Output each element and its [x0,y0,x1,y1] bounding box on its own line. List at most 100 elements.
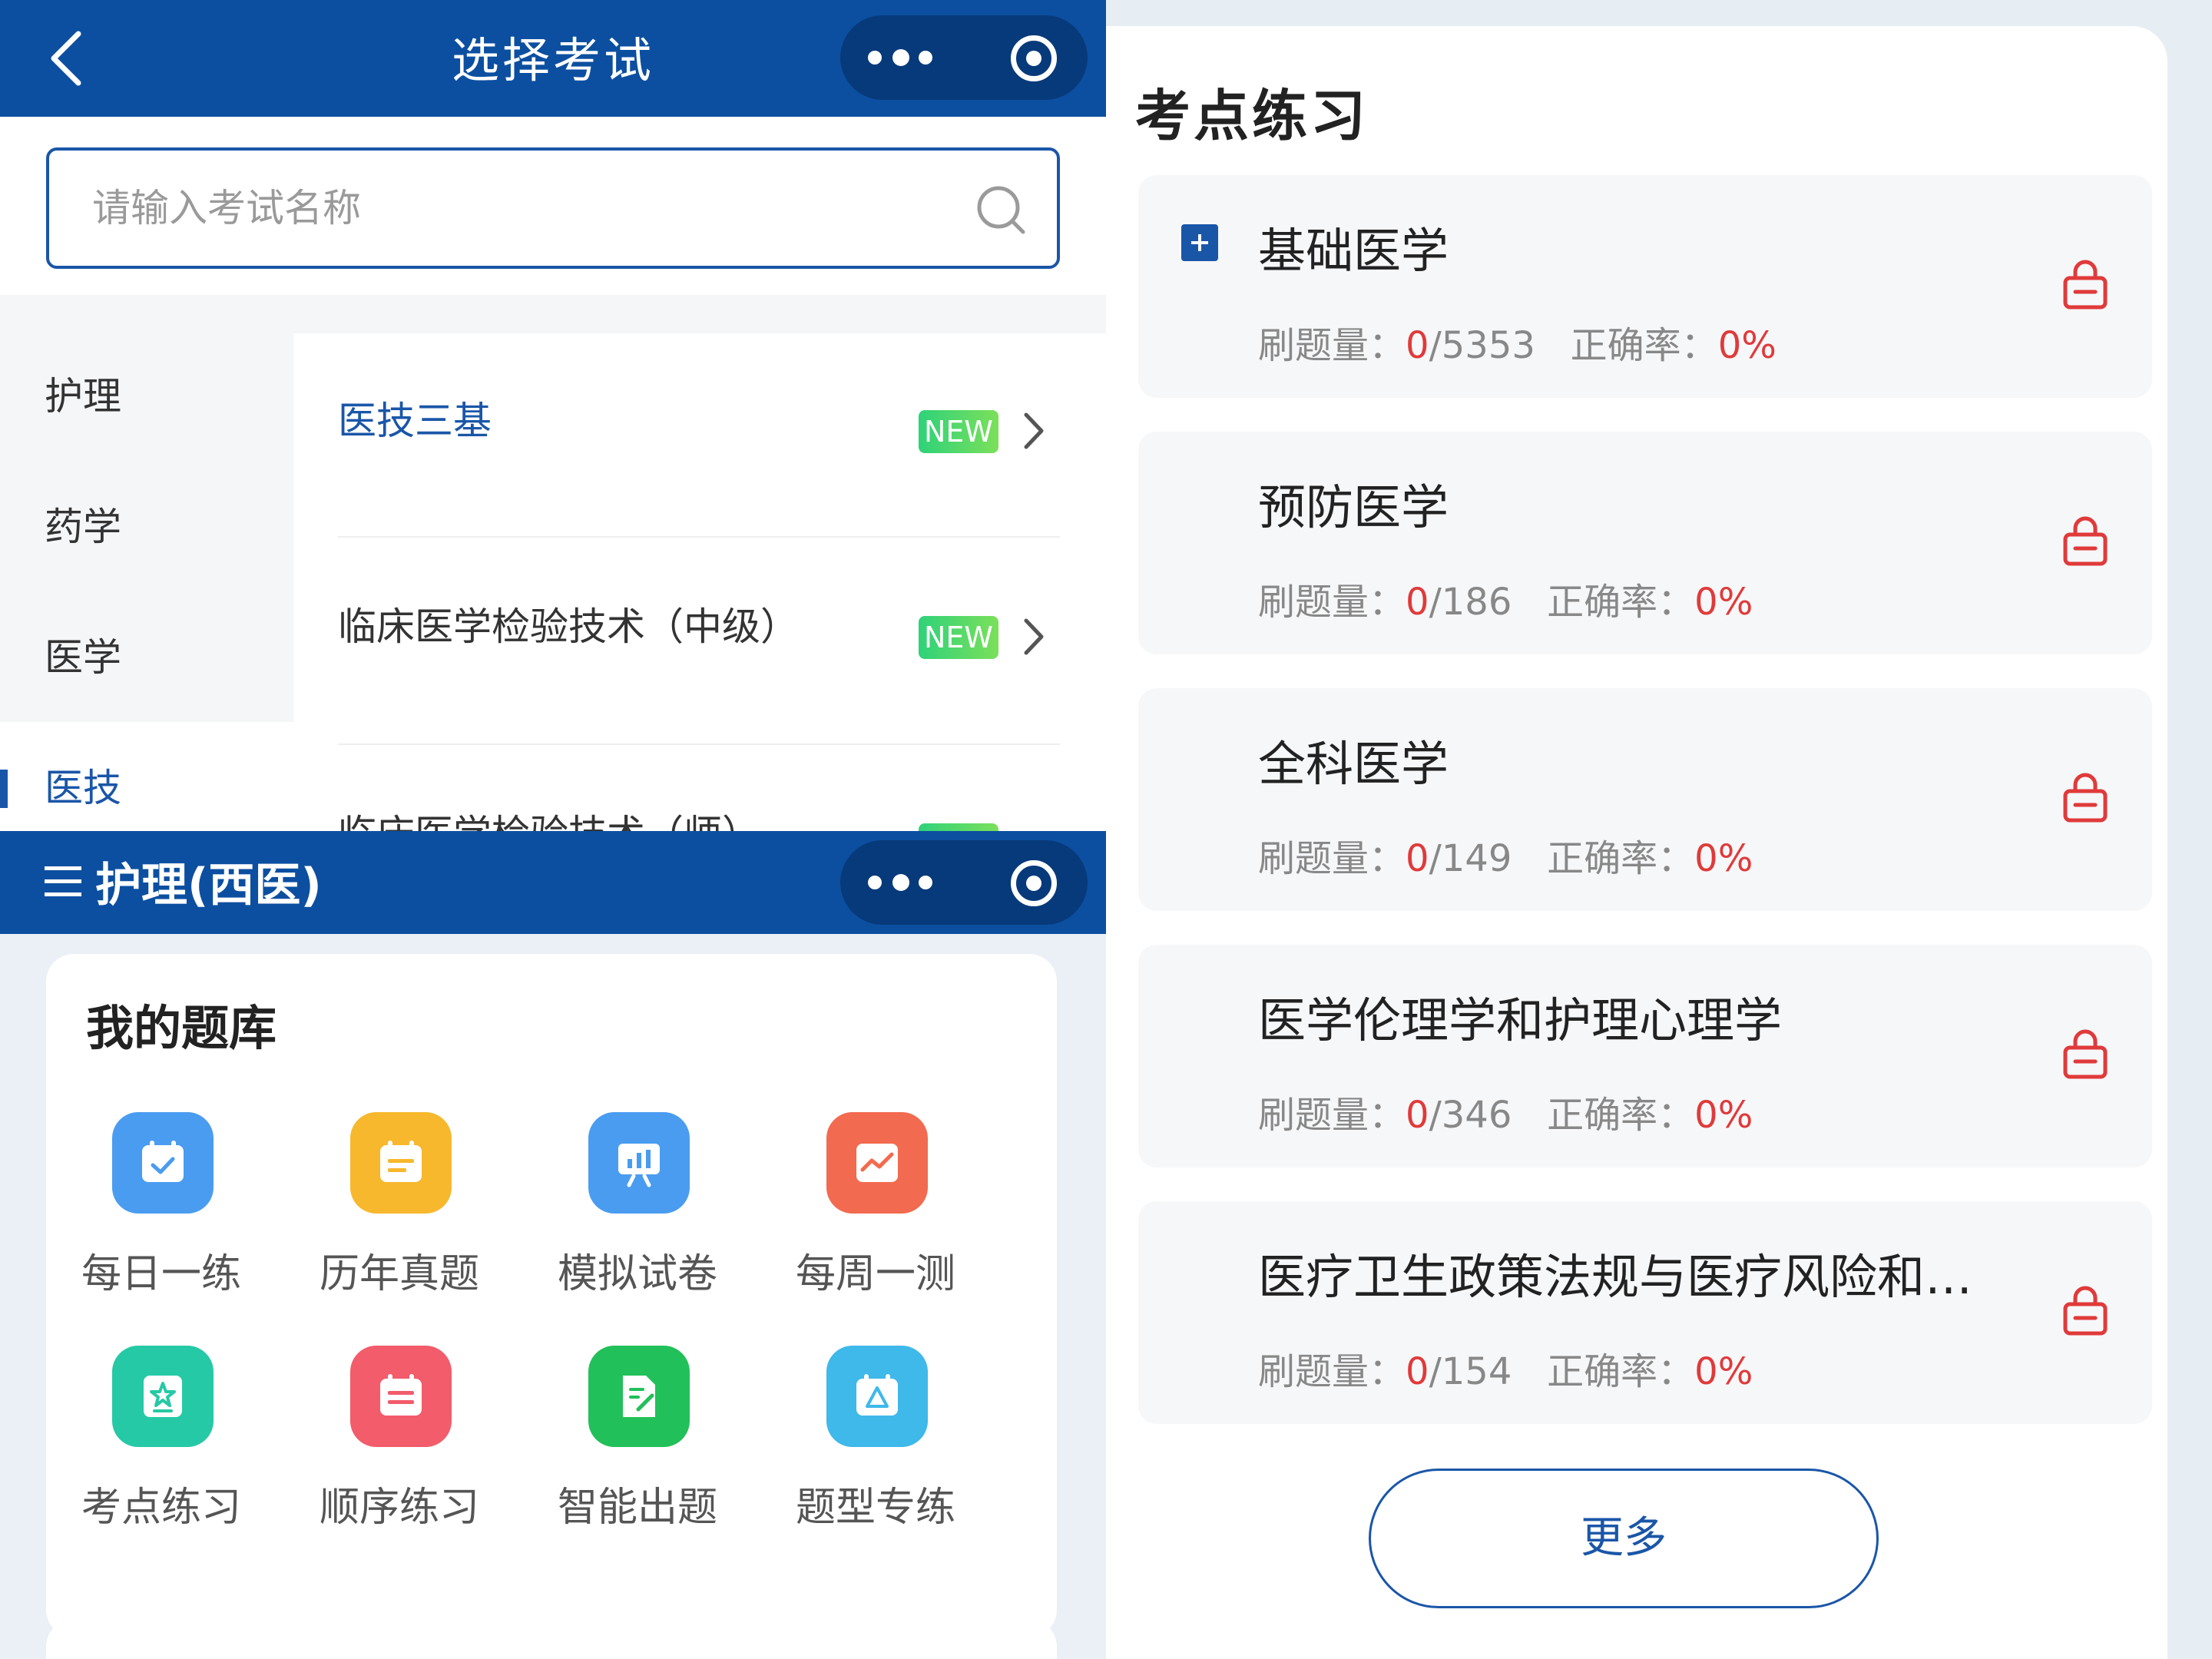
chevron-right-icon [1024,412,1044,449]
document-edit-icon [588,1346,690,1447]
done-count: 0 [1406,1350,1429,1393]
grid-item-label: 智能出题 [557,1485,717,1531]
grid-item-label: 历年真题 [319,1251,479,1297]
star-badge-icon [112,1346,214,1447]
grid-item-label: 考点练习 [81,1485,241,1531]
accuracy-value: 0% [1694,1350,1753,1393]
subject-name: 全科医学 [1258,736,1449,792]
presentation-chart-icon [588,1112,690,1214]
count-label: 刷题量： [1258,581,1406,624]
navbar-title-group[interactable]: 护理(西医) [45,848,322,915]
category-item-nursing[interactable]: 护理 [45,366,121,421]
subject-card[interactable]: 医疗卫生政策法规与医疗风险和… 刷题量：0/154 正确率：0% [1138,1201,2152,1424]
page-title: 考点练习 [1135,84,1369,148]
lock-icon [2063,260,2108,310]
grid-item-label: 每周一测 [795,1251,955,1297]
sequential-practice-button[interactable]: 顺序练习 [284,1346,515,1561]
question-bank-navbar: 护理(西医) [0,831,1106,934]
more-button[interactable]: 更多 [1369,1469,1879,1608]
section-title: 我的题库 [86,1000,277,1056]
search-field[interactable] [46,147,1060,269]
exam-select-screen: 选择考试 护理 药学 医学 医技 医技三基 NEW 临床医学检验技术（中级） N… [0,0,1106,831]
search-icon[interactable] [974,183,1028,237]
line-chart-icon [826,1112,928,1214]
category-item-medtech[interactable]: 医技 [45,757,121,813]
done-count: 0 [1406,837,1429,880]
mini-program-capsule [840,840,1088,925]
done-count: 0 [1406,581,1429,624]
total-count: /5353 [1429,324,1535,367]
search-input[interactable] [91,181,935,235]
daily-practice-button[interactable]: 每日一练 [46,1112,276,1327]
exam-row[interactable]: 临床医学检验技术（中级） NEW [338,538,1060,745]
practice-panel: 考点练习 基础医学 刷题量：0/5353 正确率：0% 预防医学 刷题量：0/1… [1106,26,2167,1659]
subject-card[interactable]: 预防医学 刷题量：0/186 正确率：0% [1138,432,2152,654]
exam-name: 医技三基 [338,399,492,443]
chevron-right-icon [1024,618,1044,655]
calendar-check-icon [112,1112,214,1214]
count-label: 刷题量： [1258,837,1406,880]
total-count: /186 [1429,581,1512,624]
menu-icon[interactable] [45,866,81,897]
more-dots-icon[interactable] [868,866,937,899]
weekly-test-button[interactable]: 每周一测 [760,1112,991,1327]
close-target-icon[interactable] [1011,35,1057,81]
count-label: 刷题量： [1258,324,1406,367]
grid-item-label: 题型专练 [795,1485,955,1531]
mini-program-capsule [840,15,1088,100]
exam-row[interactable]: 临床医学检验技术（师） NEW [338,745,1060,831]
accuracy-label: 正确率： [1547,581,1695,624]
new-badge: NEW [919,616,998,659]
question-type-practice-button[interactable]: 题型专练 [760,1346,991,1561]
more-dots-icon[interactable] [868,41,937,74]
lock-icon [2063,1029,2108,1079]
subject-name: 医学伦理学和护理心理学 [1258,992,1783,1048]
accuracy-label: 正确率： [1547,837,1695,880]
next-section-card [46,1619,1057,1659]
exam-name: 临床医学检验技术（中级） [338,604,799,649]
accuracy-value: 0% [1717,324,1777,367]
subject-card[interactable]: 医学伦理学和护理心理学 刷题量：0/346 正确率：0% [1138,945,2152,1167]
total-count: /346 [1429,1094,1512,1137]
key-point-practice-screen: 考点练习 基础医学 刷题量：0/5353 正确率：0% 预防医学 刷题量：0/1… [1106,0,2212,1659]
exam-type-title: 护理(西医) [95,859,322,912]
accuracy-label: 正确率： [1547,1094,1695,1137]
grid-item-label: 每日一练 [81,1251,241,1297]
new-badge: NEW [919,823,998,831]
lock-icon [2063,773,2108,823]
subject-name: 医疗卫生政策法规与医疗风险和… [1258,1249,1973,1305]
accuracy-label: 正确率： [1570,324,1718,367]
accuracy-label: 正确率： [1547,1350,1695,1393]
total-count: /149 [1429,837,1512,880]
active-category-indicator [0,770,8,808]
total-count: /154 [1429,1350,1512,1393]
close-target-icon[interactable] [1011,860,1057,906]
key-point-practice-button[interactable]: 考点练习 [46,1346,276,1561]
accuracy-value: 0% [1694,837,1753,880]
subject-stats: 刷题量：0/5353 正确率：0% [1258,315,1777,369]
my-question-bank-card: 我的题库 每日一练 历年真题 模拟试卷 每周一测 考点练习 顺序练习 智能出题 … [46,954,1057,1637]
smart-quiz-button[interactable]: 智能出题 [522,1346,753,1561]
calendar-list-icon [350,1112,452,1214]
count-label: 刷题量： [1258,1094,1406,1137]
subject-name: 预防医学 [1258,479,1449,535]
count-label: 刷题量： [1258,1350,1406,1393]
past-exams-button[interactable]: 历年真题 [284,1112,515,1327]
subject-card[interactable]: 基础医学 刷题量：0/5353 正确率：0% [1138,175,2152,398]
subject-stats: 刷题量：0/346 正确率：0% [1258,1084,1753,1138]
expand-plus-icon[interactable] [1181,224,1218,261]
lock-icon [2063,1286,2108,1336]
subject-stats: 刷题量：0/149 正确率：0% [1258,828,1753,882]
subject-card[interactable]: 全科医学 刷题量：0/149 正确率：0% [1138,688,2152,911]
triangle-calendar-icon [826,1346,928,1447]
lock-icon [2063,516,2108,566]
subject-name: 基础医学 [1258,223,1449,279]
category-item-medicine[interactable]: 医学 [45,627,121,682]
exam-row[interactable]: 医技三基 NEW [338,330,1060,538]
done-count: 0 [1406,1094,1429,1137]
question-bank-screen: 护理(西医) 我的题库 每日一练 历年真题 模拟试卷 每周一测 考点练习 顺序练… [0,831,1106,1659]
mock-exam-button[interactable]: 模拟试卷 [522,1112,753,1327]
subject-stats: 刷题量：0/154 正确率：0% [1258,1341,1753,1395]
exam-name: 临床医学检验技术（师） [338,803,760,831]
category-item-pharmacy[interactable]: 药学 [45,496,121,551]
